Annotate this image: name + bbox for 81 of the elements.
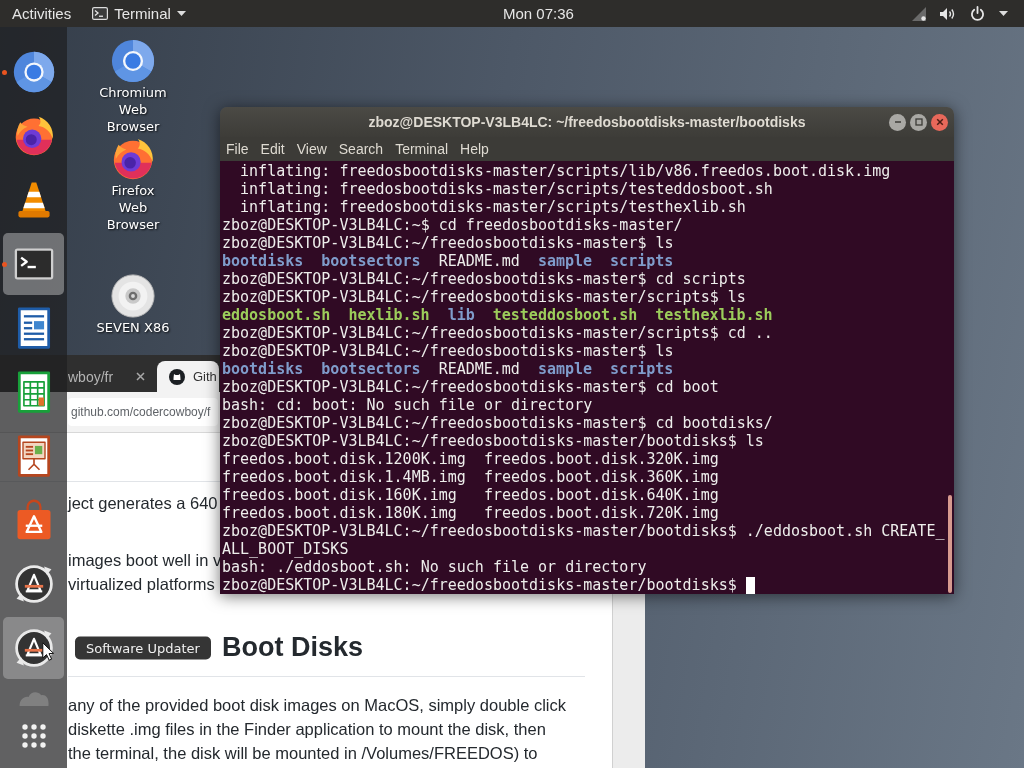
terminal-line: zboz@DESKTOP-V3LB4LC:~/freedosbootdisks-master$ ls [222, 234, 674, 252]
menu-item[interactable]: Terminal [389, 137, 455, 161]
address-field[interactable]: github.com/codercowboy/f [68, 398, 218, 426]
paragraph-line: diskette .img files in the Finder application to mount the disk, then [68, 719, 546, 740]
file-name: bootsectors [321, 360, 421, 378]
window-title: zboz@DESKTOP-V3LB4LC: ~/freedosbootdisks-master/bootdisks [368, 114, 806, 130]
caret-down-icon[interactable] [999, 11, 1008, 16]
mouse-pointer-icon [42, 642, 54, 661]
speaker-icon[interactable] [939, 6, 956, 21]
close-button[interactable] [931, 113, 948, 131]
terminal-line: zboz@DESKTOP-V3LB4LC:~/freedosbootdisks-master$ cd bootdisks/ [222, 414, 773, 432]
file-name: lib [447, 306, 475, 324]
dock-tooltip: Software Updater [75, 636, 211, 660]
desktop-icon-label[interactable]: Chromium Web Browser [95, 84, 171, 135]
file-name: testeddosboot.sh [492, 306, 638, 324]
square-icon [914, 118, 923, 126]
menu-item[interactable]: View [290, 137, 333, 161]
terminal-line: freedos.boot.disk.160K.img freedos.boot.disk.640K.img [222, 486, 719, 504]
terminal-line: zboz@DESKTOP-V3LB4LC:~/freedosbootdisks-master/scripts$ cd .. [222, 324, 773, 342]
terminal-line: zboz@DESKTOP-V3LB4LC:~/freedosbootdisks-master/scripts$ ls [222, 288, 746, 306]
minus-icon [893, 118, 902, 126]
terminal-icon [92, 7, 109, 20]
terminal-line: ALL_BOOT_DISKS [222, 540, 349, 558]
cat-head-icon [169, 368, 185, 385]
terminal-line: zboz@DESKTOP-V3LB4LC:~/freedosbootdisks-master/bootdisks$ [222, 576, 737, 594]
file-name: sample [537, 360, 593, 378]
scrollbar-thumb[interactable] [948, 495, 952, 593]
terminal-line: freedos.boot.disk.180K.img freedos.boot.disk.720K.img [222, 504, 719, 522]
browser-tab[interactable]: Gith [157, 361, 219, 392]
clock-button[interactable]: Mon 07:36 [491, 0, 586, 27]
terminal-line: bash: ./eddosboot.sh: No such file or directory [222, 558, 647, 576]
file-name: bootdisks [222, 252, 304, 270]
terminal-line: bash: cd: boot: No such file or directory [222, 396, 593, 414]
file-name: eddosboot.sh [222, 306, 331, 324]
browser-tab[interactable]: wboy/fr [67, 361, 155, 392]
ring-browser-icon[interactable] [110, 38, 156, 84]
terminal-line: zboz@DESKTOP-V3LB4LC:~/freedosbootdisks-master$ cd boot [222, 378, 719, 396]
menu-item[interactable]: Help [454, 137, 495, 161]
paragraph-line: virtualized platforms [68, 574, 215, 595]
close-icon [935, 118, 944, 126]
caret-down-icon [176, 11, 186, 16]
section-heading: Boot Disks [222, 631, 364, 664]
menu-item[interactable]: Search [332, 137, 390, 161]
terminal-line: inflating: freedosbootdisks-master/scripts/lib/v86.freedos.boot.disk.img [239, 162, 891, 180]
power-icon[interactable] [970, 6, 985, 21]
terminal-line: zboz@DESKTOP-V3LB4LC:~$ cd freedosbootdisks-master/ [222, 216, 683, 234]
minimize-button[interactable] [889, 113, 906, 131]
terminal-line: zboz@DESKTOP-V3LB4LC:~/freedosbootdisks-master/bootdisks$ ls [222, 432, 764, 450]
terminal-line: inflating: freedosbootdisks-master/scripts/testhexlib.sh [239, 198, 746, 216]
desktop-icon-label[interactable]: Firefox Web Browser [95, 182, 171, 233]
file-name: sample [537, 252, 593, 270]
file-name: bootdisks [222, 360, 304, 378]
dock-item[interactable] [3, 617, 64, 679]
dock-item[interactable] [3, 233, 64, 295]
file-name: README.md [438, 360, 520, 378]
app-menu-button[interactable]: Terminal [83, 0, 198, 27]
paragraph-line: any of the provided boot disk images on MacOS, simply double click [68, 695, 566, 716]
ring-browser-icon [11, 50, 56, 94]
file-name: hexlib.sh [348, 306, 430, 324]
file-name: testhexlib.sh [655, 306, 773, 324]
terminal-line: zboz@DESKTOP-V3LB4LC:~/freedosbootdisks-master$ cd scripts [222, 270, 746, 288]
terminal-line: freedos.boot.disk.1200K.img freedos.boot.disk.320K.img [222, 450, 719, 468]
terminal-line: freedos.boot.disk.1.4MB.img freedos.boot.disk.360K.img [222, 468, 719, 486]
paragraph-line: ject generates a 640 [68, 493, 218, 514]
app-grid-icon [21, 724, 46, 748]
close-icon[interactable] [136, 372, 145, 381]
menu-item[interactable]: Edit [254, 137, 291, 161]
disc-icon[interactable] [110, 273, 156, 319]
file-name: scripts [610, 252, 674, 270]
file-name: scripts [610, 360, 674, 378]
terminal-line: inflating: freedosbootdisks-master/scripts/testeddosboot.sh [239, 180, 773, 198]
maximize-button[interactable] [910, 113, 927, 131]
activities-button[interactable]: Activities [0, 0, 84, 27]
terminal-line: zboz@DESKTOP-V3LB4LC:~/freedosbootdisks-master/bootdisks$ ./eddosboot.sh CREATE_ [222, 522, 945, 540]
network-icon[interactable] [911, 5, 927, 22]
file-name: README.md [438, 252, 520, 270]
file-name: bootsectors [321, 252, 421, 270]
paragraph-line: the terminal, the disk will be mounted in /Volumes/FREEDOS) to [68, 743, 538, 764]
terminal-line: zboz@DESKTOP-V3LB4LC:~/freedosbootdisks-master$ ls [222, 342, 674, 360]
desktop-icon-label[interactable]: SEVEN X86 [95, 319, 171, 336]
menu-item[interactable]: File [220, 137, 255, 161]
